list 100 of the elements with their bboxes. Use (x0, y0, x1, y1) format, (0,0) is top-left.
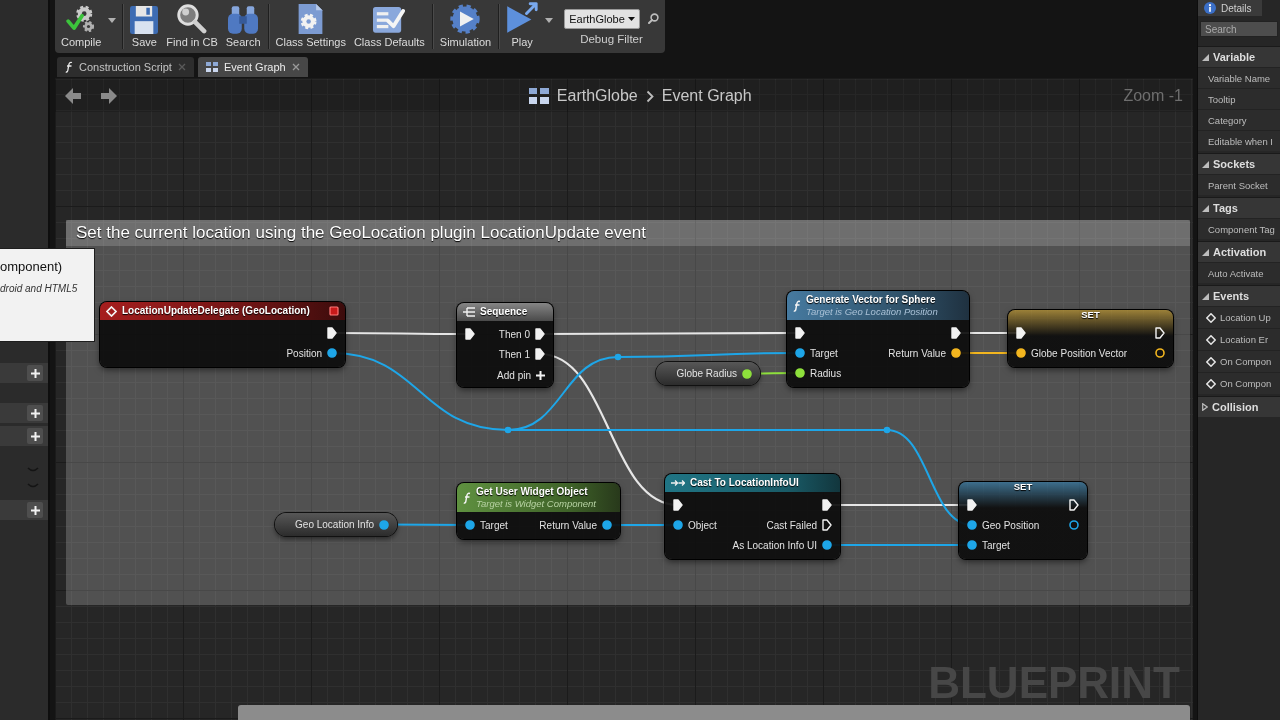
exec-pin-icon[interactable] (951, 327, 961, 339)
exec-pin-icon[interactable] (1016, 327, 1026, 339)
breadcrumb-link[interactable]: EarthGlobe (556, 87, 638, 105)
debug-object-dropdown[interactable]: EarthGlobe (564, 8, 640, 29)
play-button[interactable]: Play (502, 0, 543, 53)
data-pin-icon[interactable] (673, 520, 683, 530)
forward-button[interactable] (101, 88, 117, 104)
data-pin-icon[interactable] (327, 348, 337, 358)
plus-icon (30, 505, 40, 515)
node-title: Generate Vector for Sphere (806, 293, 937, 306)
reroute-knot-icon[interactable] (883, 426, 891, 434)
cast-node[interactable]: Cast To LocationInfoUI Object Cast Failed As Location Info UI (665, 474, 840, 559)
gears-check-icon (66, 4, 97, 34)
cast-arrows-icon (671, 479, 685, 487)
diamond-icon (106, 305, 117, 317)
add-button[interactable] (27, 502, 43, 518)
pin-label: Then 0 (498, 328, 530, 340)
event-item[interactable]: On Compon (1198, 372, 1280, 394)
event-item[interactable]: Location Er (1198, 328, 1280, 350)
variable-node[interactable]: Globe Radius (656, 362, 760, 385)
compile-button[interactable]: Compile (57, 0, 106, 53)
details-tab[interactable]: Details (1198, 0, 1262, 16)
set-node[interactable]: SET Geo Position Target (959, 482, 1087, 559)
data-pin-icon[interactable] (795, 368, 805, 378)
pin-label: Then 1 (498, 348, 530, 360)
function-icon (793, 299, 801, 312)
pin-label: Cast Failed (766, 519, 817, 531)
data-pin-icon[interactable] (602, 520, 612, 530)
data-pin-icon[interactable] (1069, 520, 1079, 530)
reroute-knot-icon[interactable] (504, 426, 512, 434)
category-header[interactable]: Activation (1198, 241, 1280, 262)
play-icon (506, 2, 539, 34)
class-settings-button[interactable]: Class Settings (271, 0, 350, 53)
pin-label: Return Value (888, 347, 946, 359)
debug-search-button[interactable] (647, 13, 659, 24)
close-icon[interactable] (291, 63, 300, 71)
breadcrumb-link[interactable]: Event Graph (661, 87, 752, 105)
category-header[interactable]: Variable (1198, 46, 1280, 67)
simulation-button[interactable]: Simulation (435, 0, 496, 53)
caret-icon (545, 18, 554, 23)
sequence-node[interactable]: Sequence Then 0 Then 1 Add pin (457, 303, 553, 387)
exec-pin-icon[interactable] (535, 348, 545, 360)
caret-icon (627, 16, 635, 21)
find-in-cb-button[interactable]: Find in CB (162, 0, 222, 53)
exec-pin-icon[interactable] (1069, 499, 1079, 511)
delegate-pin-icon[interactable] (329, 306, 339, 316)
property-label: Component Tag (1198, 218, 1280, 239)
property-label: Parent Socket (1198, 174, 1280, 195)
category-header[interactable]: Events (1198, 285, 1280, 306)
exec-pin-icon[interactable] (1155, 327, 1165, 339)
category-header[interactable]: Collision (1198, 396, 1280, 417)
exec-pin-icon[interactable] (822, 499, 832, 511)
plus-icon (30, 368, 40, 378)
event-item[interactable]: On Compon (1198, 350, 1280, 372)
data-pin-icon[interactable] (951, 348, 961, 358)
category-header[interactable]: Sockets (1198, 153, 1280, 174)
search-field[interactable]: Search (1200, 21, 1278, 37)
data-pin-icon[interactable] (465, 520, 475, 530)
add-button[interactable] (27, 405, 43, 421)
search-icon (647, 13, 659, 24)
pin-label: Position (286, 347, 322, 359)
category-header[interactable]: Tags (1198, 197, 1280, 218)
exec-pin-icon[interactable] (327, 327, 337, 339)
exec-pin-icon[interactable] (822, 519, 832, 531)
event-node[interactable]: LocationUpdateDelegate (GeoLocation) Position (100, 302, 345, 367)
left-arrow-icon (65, 88, 81, 104)
variable-node[interactable]: Geo Location Info (275, 513, 397, 536)
search-button[interactable]: Search (221, 0, 265, 53)
exec-pin-icon[interactable] (673, 499, 683, 511)
set-node[interactable]: SET Globe Position Vector (1008, 310, 1173, 367)
node-subtitle: Target is Geo Location Position (806, 305, 939, 318)
event-item[interactable]: Location Up (1198, 306, 1280, 328)
class-defaults-button[interactable]: Class Defaults (349, 0, 429, 53)
reroute-knot-icon[interactable] (614, 353, 622, 361)
function-icon (463, 491, 471, 504)
data-pin-icon[interactable] (967, 520, 977, 530)
exec-pin-icon[interactable] (465, 328, 475, 340)
exec-pin-icon[interactable] (795, 327, 805, 339)
save-button[interactable]: Save (126, 0, 163, 53)
back-button[interactable] (65, 88, 81, 104)
add-pin-button[interactable]: Add pin (497, 368, 545, 382)
node-title: Cast To LocationInfoUI (690, 477, 800, 489)
node-title: Get User Widget Object (476, 485, 589, 498)
editor-tab[interactable]: Construction Script (57, 57, 194, 77)
data-pin-icon[interactable] (822, 540, 832, 550)
pure-function-node[interactable]: Get User Widget Object Target is Widget Component Target Return Value (457, 483, 620, 539)
function-node[interactable]: Generate Vector for Sphere Target is Geo Location Position Target Return Value Radius (787, 291, 969, 387)
data-pin-icon[interactable] (1155, 348, 1165, 358)
data-pin-icon[interactable] (1016, 348, 1026, 358)
add-button[interactable] (27, 365, 43, 381)
exec-pin-icon[interactable] (967, 499, 977, 511)
plus-icon (30, 431, 40, 441)
exec-pin-icon[interactable] (535, 328, 545, 340)
data-pin-icon[interactable] (967, 540, 977, 550)
add-button[interactable] (27, 428, 43, 444)
caret-icon (108, 18, 117, 23)
data-pin-icon[interactable] (795, 348, 805, 358)
data-pin-icon[interactable] (742, 368, 752, 379)
editor-tab[interactable]: Event Graph (197, 57, 308, 77)
pin-label: Return Value (539, 519, 597, 531)
